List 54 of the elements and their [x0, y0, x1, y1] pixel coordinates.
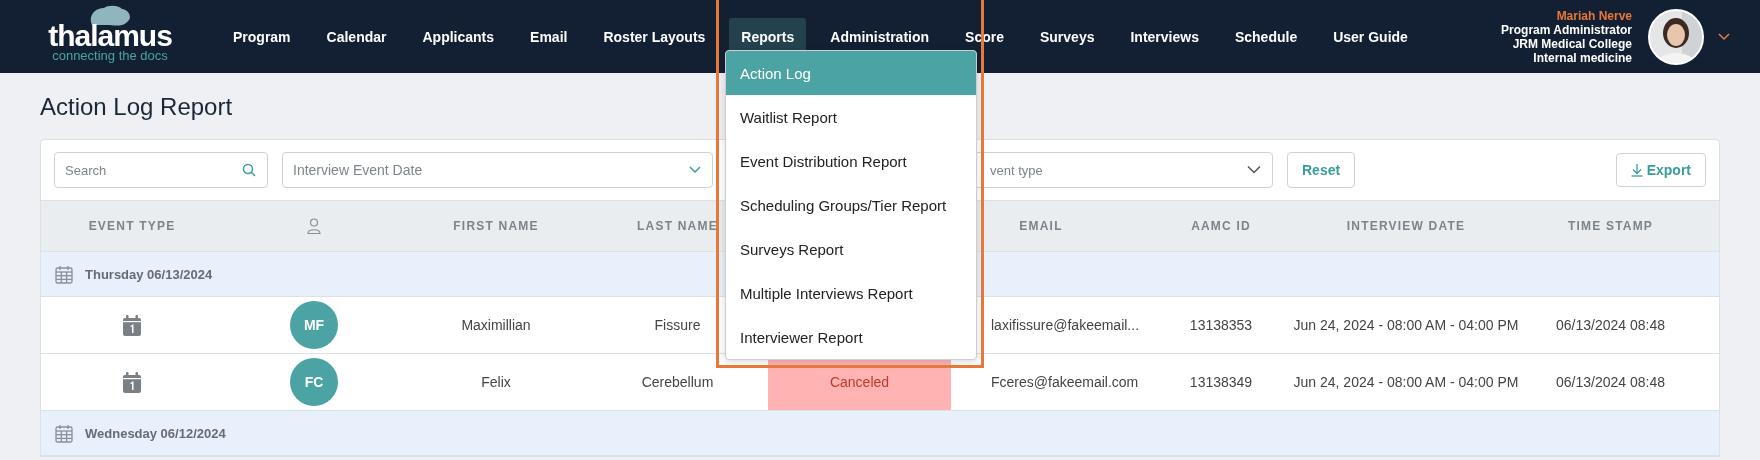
group-date: Wednesday 06/12/2024	[85, 425, 226, 441]
table-cell: 06/13/2024 08:48	[1556, 317, 1665, 333]
calendar-icon	[123, 314, 141, 336]
menu-item[interactable]: Multiple Interviews Report	[726, 271, 976, 315]
column-header: TIME STAMP	[1567, 219, 1654, 233]
table-cell: 06/13/2024 08:48	[1556, 374, 1665, 390]
user-institution: JRM Medical College	[1512, 36, 1632, 51]
nav-item[interactable]: Applicants	[410, 17, 507, 56]
chevron-down-icon	[689, 166, 701, 174]
nav-item[interactable]: Roster Layouts	[591, 17, 718, 56]
nav-item[interactable]: Email	[518, 17, 580, 56]
column-header: FIRST NAME	[453, 219, 539, 233]
column-header: AAMC ID	[1191, 219, 1251, 233]
column-header: EMAIL	[1019, 219, 1063, 233]
caret-icon[interactable]	[1718, 32, 1730, 41]
table-cell: Jun 24, 2024 - 08:00 AM - 04:00 PM	[1293, 317, 1519, 333]
initials-avatar: MF	[290, 301, 338, 349]
user-role: Program Administrator	[1501, 22, 1632, 37]
calendar-icon	[55, 264, 73, 284]
table-cell: Maximillian	[461, 317, 531, 333]
user-department: Internal medicine	[1533, 50, 1632, 65]
nav-item[interactable]: Schedule	[1222, 17, 1310, 56]
column-header: LAST NAME	[637, 219, 718, 233]
nav-item[interactable]: Interviews	[1118, 17, 1211, 56]
column-header: EVENT TYPE	[88, 219, 176, 233]
page-title: Action Log Report	[39, 92, 234, 122]
nav-item[interactable]: Calendar	[314, 17, 399, 56]
download-icon	[1630, 163, 1643, 177]
table-cell: Fissure	[654, 317, 701, 333]
search-icon[interactable]	[242, 163, 256, 177]
table-cell: 13138353	[1189, 317, 1253, 333]
menu-item[interactable]: Surveys Report	[726, 227, 976, 271]
user-name: Mariah Nerve	[1556, 8, 1632, 23]
calendar-icon	[55, 423, 73, 443]
chevron-down-icon	[1247, 165, 1261, 175]
table-cell: laxifissure@fakeemail...	[991, 317, 1140, 333]
nav-item[interactable]: Surveys	[1027, 17, 1107, 56]
nav-item[interactable]: Program	[221, 17, 303, 56]
menu-item[interactable]: Waitlist Report	[726, 95, 976, 139]
group-date: Thursday 06/13/2024	[85, 266, 213, 282]
table-cell: Cerebellum	[641, 374, 714, 390]
logo-name: thalamus	[48, 22, 172, 49]
initials-avatar: FC	[290, 358, 338, 406]
calendar-icon	[123, 371, 141, 393]
table-cell: Fceres@fakeemail.com	[991, 374, 1139, 390]
date-dropdown[interactable]: Interview Event Date	[282, 152, 713, 188]
logo-tagline: connecting the docs	[52, 48, 168, 63]
nav-item[interactable]: User Guide	[1321, 17, 1420, 56]
person-icon	[307, 218, 321, 234]
search-field[interactable]: Search	[54, 152, 268, 188]
column-header: INTERVIEW DATE	[1346, 219, 1466, 233]
table-cell: Jun 24, 2024 - 08:00 AM - 04:00 PM	[1293, 374, 1519, 390]
table-cell: 13138349	[1189, 374, 1253, 390]
table-cell: Felix	[481, 374, 511, 390]
